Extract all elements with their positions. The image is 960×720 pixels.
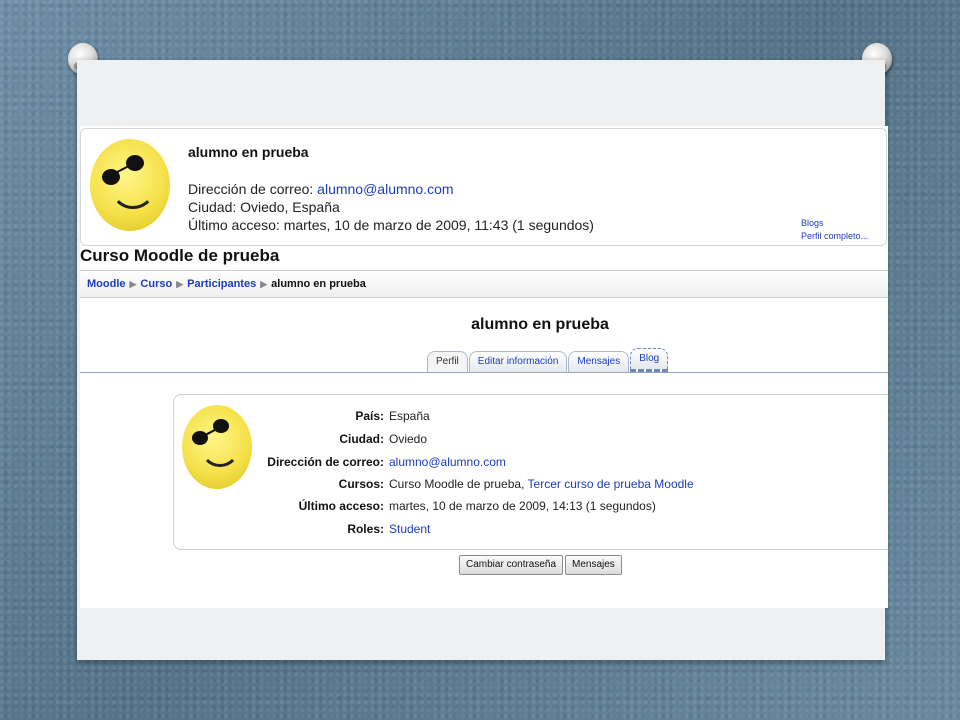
city-value: Oviedo (389, 432, 428, 446)
course-title: Curso Moodle de prueba (80, 246, 280, 265)
breadcrumb-separator-icon: ▶ (129, 279, 137, 289)
roles-label: Roles: (347, 522, 384, 536)
course-text: Curso Moodle de prueba (389, 477, 522, 491)
email-label: Dirección de correo: (267, 455, 384, 469)
header-email-link[interactable]: alumno@alumno.com (317, 181, 453, 197)
tab-perfil[interactable]: Perfil (427, 351, 468, 372)
header-email-line: Dirección de correo: alumno@alumno.com (188, 181, 454, 197)
breadcrumb-curso[interactable]: Curso (140, 278, 172, 290)
city-label: Ciudad: (339, 432, 384, 446)
breadcrumb-moodle[interactable]: Moodle (87, 278, 126, 290)
role-link[interactable]: Student (389, 522, 430, 536)
last-access-value: martes, 10 de marzo de 2009, 14:13 (1 se… (389, 499, 656, 513)
tab-blog[interactable]: Blog (630, 348, 669, 372)
header-last-access: Último acceso: martes, 10 de marzo de 20… (188, 217, 594, 233)
country-value: España (389, 409, 430, 423)
header-side-links: Blogs Perfil completo... (801, 217, 868, 243)
breadcrumb-current: alumno en prueba (271, 278, 366, 290)
last-access-label: Último acceso: (298, 499, 384, 513)
full-profile-link[interactable]: Perfil completo... (801, 230, 868, 243)
header-email-label: Dirección de correo: (188, 181, 318, 197)
blogs-link[interactable]: Blogs (801, 217, 868, 230)
change-password-button[interactable]: Cambiar contraseña (459, 555, 564, 575)
profile-header-box: alumno en prueba Dirección de correo: al… (80, 128, 887, 246)
header-city-line: Ciudad: Oviedo, España (188, 199, 340, 215)
avatar (90, 139, 170, 231)
page-title: alumno en prueba (471, 316, 609, 333)
tab-mensajes[interactable]: Mensajes (568, 351, 630, 372)
tab-divider (80, 372, 888, 373)
header-user-name: alumno en prueba (188, 144, 309, 160)
breadcrumb-participantes[interactable]: Participantes (187, 278, 256, 290)
profile-info-box: País: España Ciudad: Oviedo Dirección de… (173, 394, 888, 550)
breadcrumb: Moodle ▶ Curso ▶ Participantes ▶ alumno en pru… (80, 270, 888, 298)
tab-editar-informacion[interactable]: Editar información (468, 351, 568, 372)
courses-label: Cursos: (338, 477, 384, 491)
country-label: País: (355, 409, 384, 423)
moodle-screenshot: alumno en prueba Dirección de correo: al… (80, 126, 888, 608)
breadcrumb-separator-icon: ▶ (176, 279, 184, 289)
profile-tabs: Perfil Editar información Mensajes Blog (427, 348, 669, 372)
breadcrumb-separator-icon: ▶ (260, 279, 268, 289)
messages-button[interactable]: Mensajes (565, 555, 622, 575)
email-link[interactable]: alumno@alumno.com (389, 455, 506, 469)
course-link[interactable]: Tercer curso de prueba Moodle (528, 477, 694, 491)
